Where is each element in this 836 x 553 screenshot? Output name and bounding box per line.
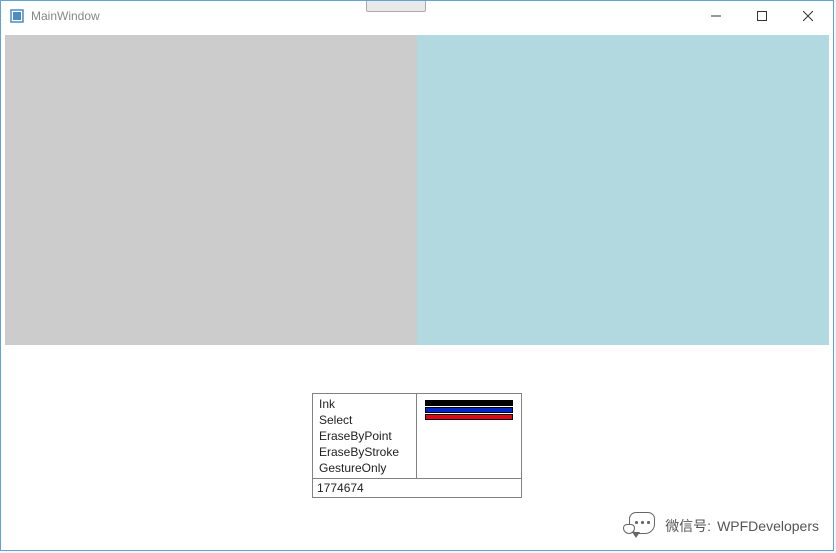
ink-canvas-right[interactable] bbox=[417, 35, 829, 345]
watermark-prefix: 微信号: bbox=[665, 516, 711, 536]
wechat-icon bbox=[623, 512, 659, 540]
color-swatch-red[interactable] bbox=[425, 414, 513, 420]
app-icon bbox=[9, 8, 25, 24]
watermark: 微信号: WPFDevelopers bbox=[623, 512, 819, 540]
maximize-button[interactable] bbox=[739, 1, 785, 31]
client-area: Ink Select EraseByPoint EraseByStroke Ge… bbox=[5, 35, 829, 546]
list-item[interactable]: EraseByStroke bbox=[317, 444, 412, 460]
editing-mode-list[interactable]: Ink Select EraseByPoint EraseByStroke Ge… bbox=[313, 394, 417, 478]
color-swatch-black[interactable] bbox=[425, 400, 513, 406]
titlebar[interactable]: MainWindow bbox=[1, 1, 833, 31]
bottom-area: Ink Select EraseByPoint EraseByStroke Ge… bbox=[5, 345, 829, 546]
watermark-handle: WPFDevelopers bbox=[717, 518, 819, 534]
minimize-button[interactable] bbox=[693, 1, 739, 31]
color-swatches bbox=[417, 394, 521, 478]
tool-panel-top: Ink Select EraseByPoint EraseByStroke Ge… bbox=[313, 394, 521, 478]
window-title: MainWindow bbox=[31, 9, 100, 23]
ink-canvas-left[interactable] bbox=[5, 35, 417, 345]
titlebar-center bbox=[100, 11, 693, 22]
list-item[interactable]: Select bbox=[317, 412, 412, 428]
list-item[interactable]: EraseByPoint bbox=[317, 428, 412, 444]
close-button[interactable] bbox=[785, 1, 831, 31]
titlebar-notch bbox=[366, 1, 426, 12]
list-item[interactable]: Ink bbox=[317, 396, 412, 412]
canvas-row bbox=[5, 35, 829, 345]
list-item[interactable]: GestureOnly bbox=[317, 460, 412, 476]
main-window: MainWindow Ink Se bbox=[0, 0, 834, 551]
status-value: 1774674 bbox=[313, 478, 521, 497]
tool-panel: Ink Select EraseByPoint EraseByStroke Ge… bbox=[312, 393, 522, 498]
color-swatch-blue[interactable] bbox=[425, 407, 513, 413]
window-controls bbox=[693, 1, 831, 31]
